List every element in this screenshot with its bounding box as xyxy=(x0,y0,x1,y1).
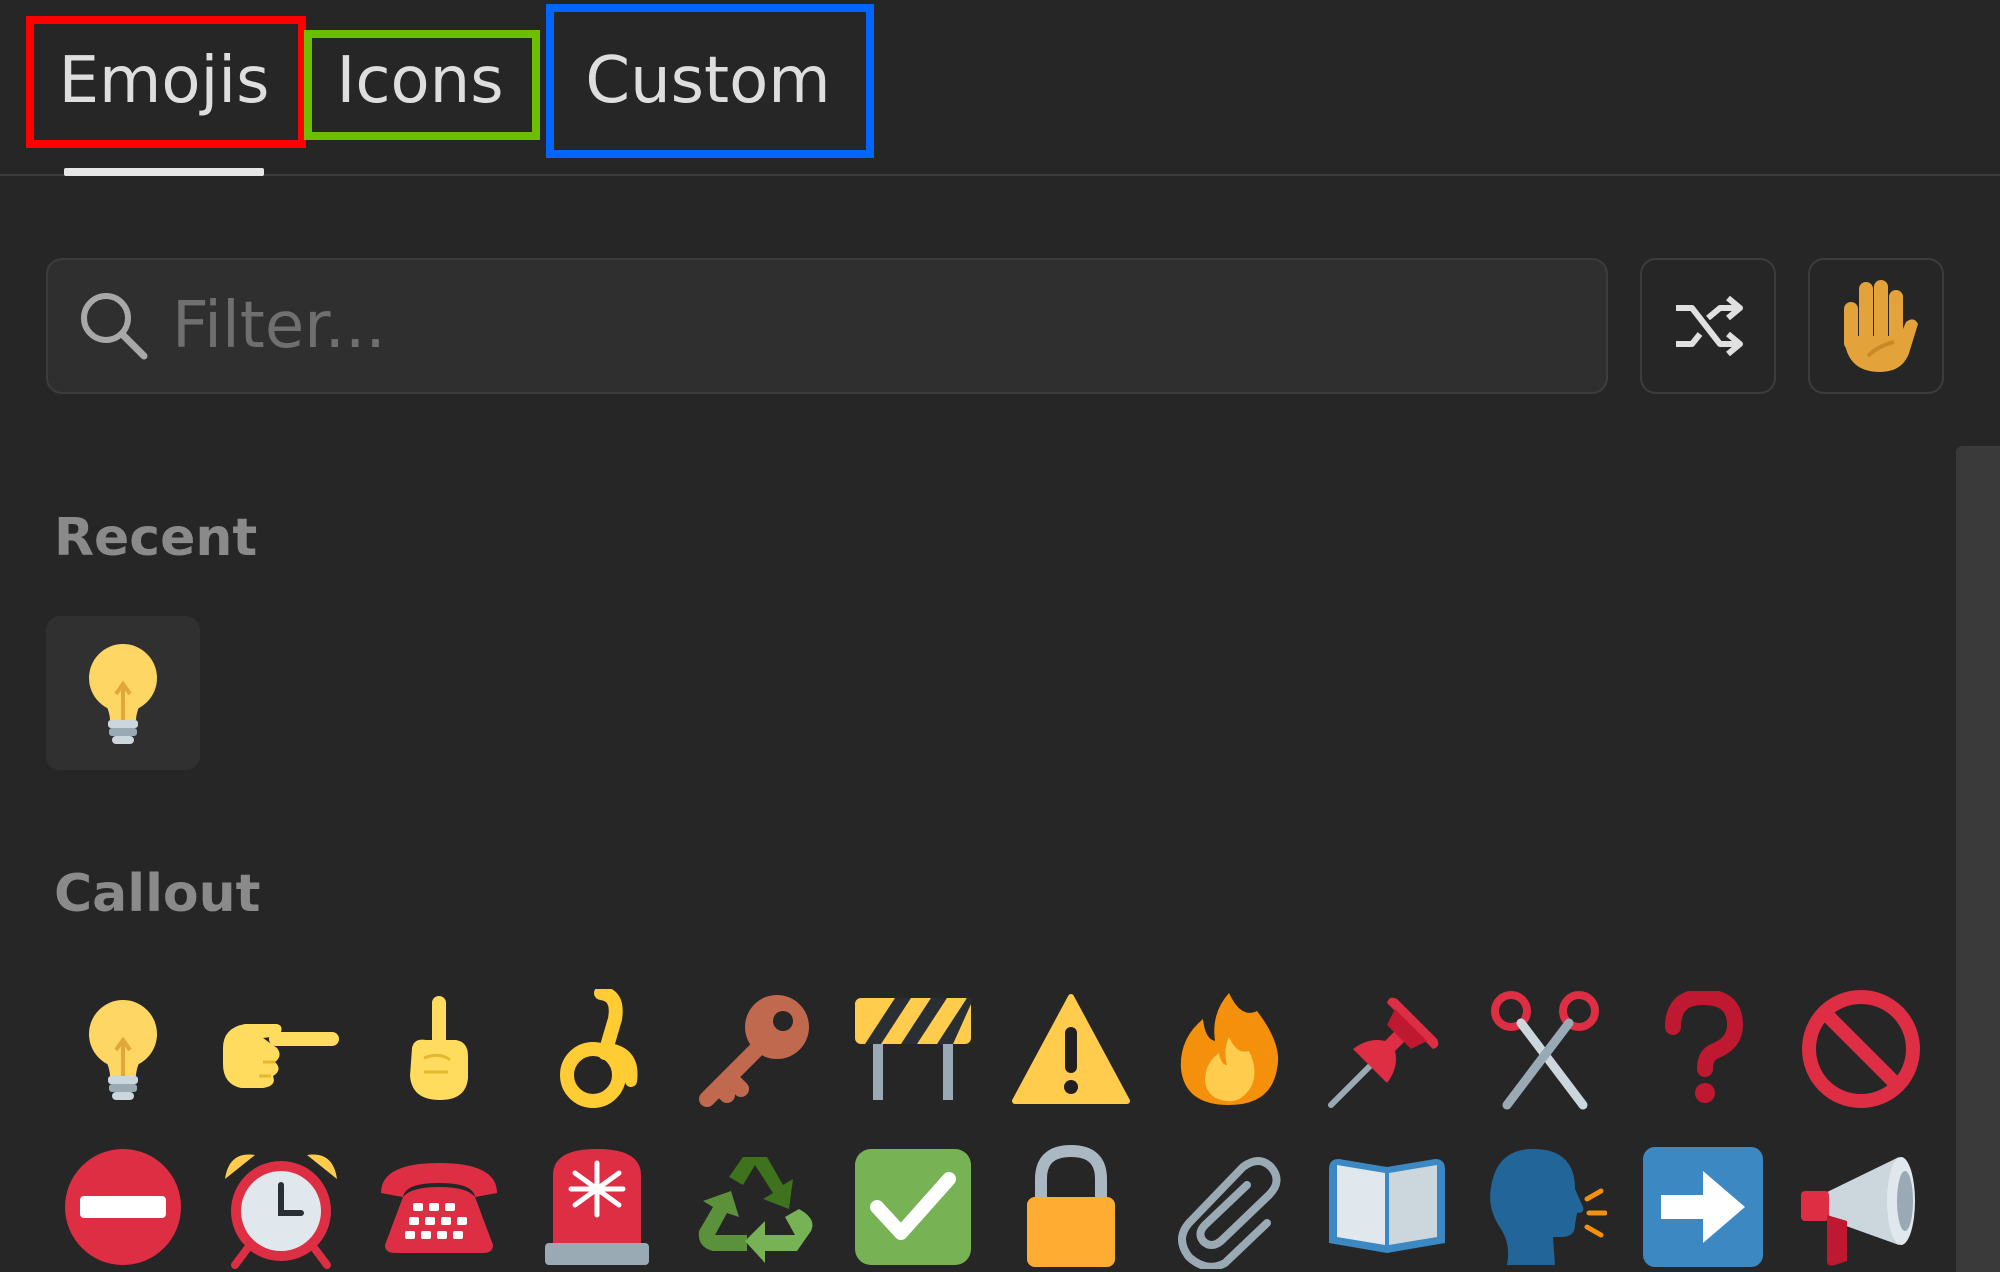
skin-tone-button[interactable] xyxy=(1808,258,1944,394)
shuffle-button[interactable] xyxy=(1640,258,1776,394)
emoji-paperclip[interactable] xyxy=(1152,1130,1306,1272)
active-tab-indicator xyxy=(64,168,264,176)
section-title-recent: Recent xyxy=(54,508,258,568)
tab-icons[interactable]: Icons xyxy=(304,16,536,146)
emoji-warning[interactable] xyxy=(994,972,1148,1126)
question-mark-icon xyxy=(1665,991,1743,1103)
emoji-open-book[interactable] xyxy=(1310,1130,1464,1272)
section-title-callout: Callout xyxy=(54,864,261,924)
emoji-recycle[interactable] xyxy=(678,1130,832,1272)
speaking-head-icon xyxy=(1490,1149,1607,1265)
emoji-telephone[interactable] xyxy=(362,1130,516,1272)
shuffle-icon xyxy=(1676,295,1743,357)
emoji-light-bulb[interactable] xyxy=(46,972,200,1126)
megaphone-icon xyxy=(1801,1157,1915,1266)
emoji-ok-hand[interactable] xyxy=(520,972,674,1126)
pushpin-icon xyxy=(1328,997,1439,1108)
emoji-scissors[interactable] xyxy=(1468,972,1622,1126)
telephone-icon xyxy=(381,1163,497,1253)
emoji-question-mark[interactable] xyxy=(1626,972,1780,1126)
emoji-pointing-up[interactable] xyxy=(362,972,516,1126)
construction-icon xyxy=(855,998,971,1100)
emoji-check-box[interactable] xyxy=(836,1130,990,1272)
filter-field[interactable] xyxy=(46,258,1608,394)
no-entry-icon xyxy=(65,1149,181,1265)
scrollbar[interactable] xyxy=(1956,446,2000,1272)
search-icon xyxy=(81,293,148,360)
emoji-alarm-clock[interactable] xyxy=(204,1130,358,1272)
ok-hand-icon xyxy=(560,989,638,1108)
paperclip-icon xyxy=(1178,1157,1281,1269)
emoji-prohibited[interactable] xyxy=(1784,972,1938,1126)
alarm-clock-icon xyxy=(225,1154,337,1269)
open-book-icon xyxy=(1329,1159,1445,1253)
key-icon xyxy=(699,995,809,1107)
emoji-pointing-right[interactable] xyxy=(204,972,358,1126)
light-bulb-icon xyxy=(89,644,157,744)
check-box-icon xyxy=(855,1149,971,1265)
emoji-police-light[interactable] xyxy=(520,1130,674,1272)
emoji-construction[interactable] xyxy=(836,972,990,1126)
prohibited-icon xyxy=(1802,990,1920,1108)
pointing-right-icon xyxy=(223,1024,339,1088)
light-bulb-icon xyxy=(89,1000,157,1100)
pointing-up-icon xyxy=(410,996,468,1100)
tab-emojis[interactable]: Emojis xyxy=(28,16,300,146)
fire-icon xyxy=(1180,993,1279,1105)
emoji-picker: Emojis Icons Custom Filter... Recent Cal… xyxy=(0,0,2000,1272)
emoji-right-arrow[interactable] xyxy=(1626,1130,1780,1272)
tab-custom[interactable]: Custom xyxy=(548,16,868,146)
scissors-icon xyxy=(1491,991,1599,1110)
emoji-no-entry[interactable] xyxy=(46,1130,200,1272)
filter-input[interactable] xyxy=(172,260,1606,392)
emoji-key[interactable] xyxy=(678,972,832,1126)
right-arrow-icon xyxy=(1643,1147,1763,1267)
lock-icon xyxy=(1027,1145,1115,1267)
recycle-icon xyxy=(698,1157,813,1263)
emoji-lock[interactable] xyxy=(994,1130,1148,1272)
emoji-fire[interactable] xyxy=(1152,972,1306,1126)
emoji-megaphone[interactable] xyxy=(1784,1130,1938,1272)
raised-hand-icon xyxy=(1844,280,1918,372)
emoji-pushpin[interactable] xyxy=(1310,972,1464,1126)
emoji-light-bulb-recent[interactable] xyxy=(46,616,200,770)
warning-icon xyxy=(1012,994,1130,1104)
tab-bar: Emojis Icons Custom xyxy=(0,0,2000,176)
police-light-icon xyxy=(545,1149,649,1265)
emoji-speaking-head[interactable] xyxy=(1468,1130,1622,1272)
